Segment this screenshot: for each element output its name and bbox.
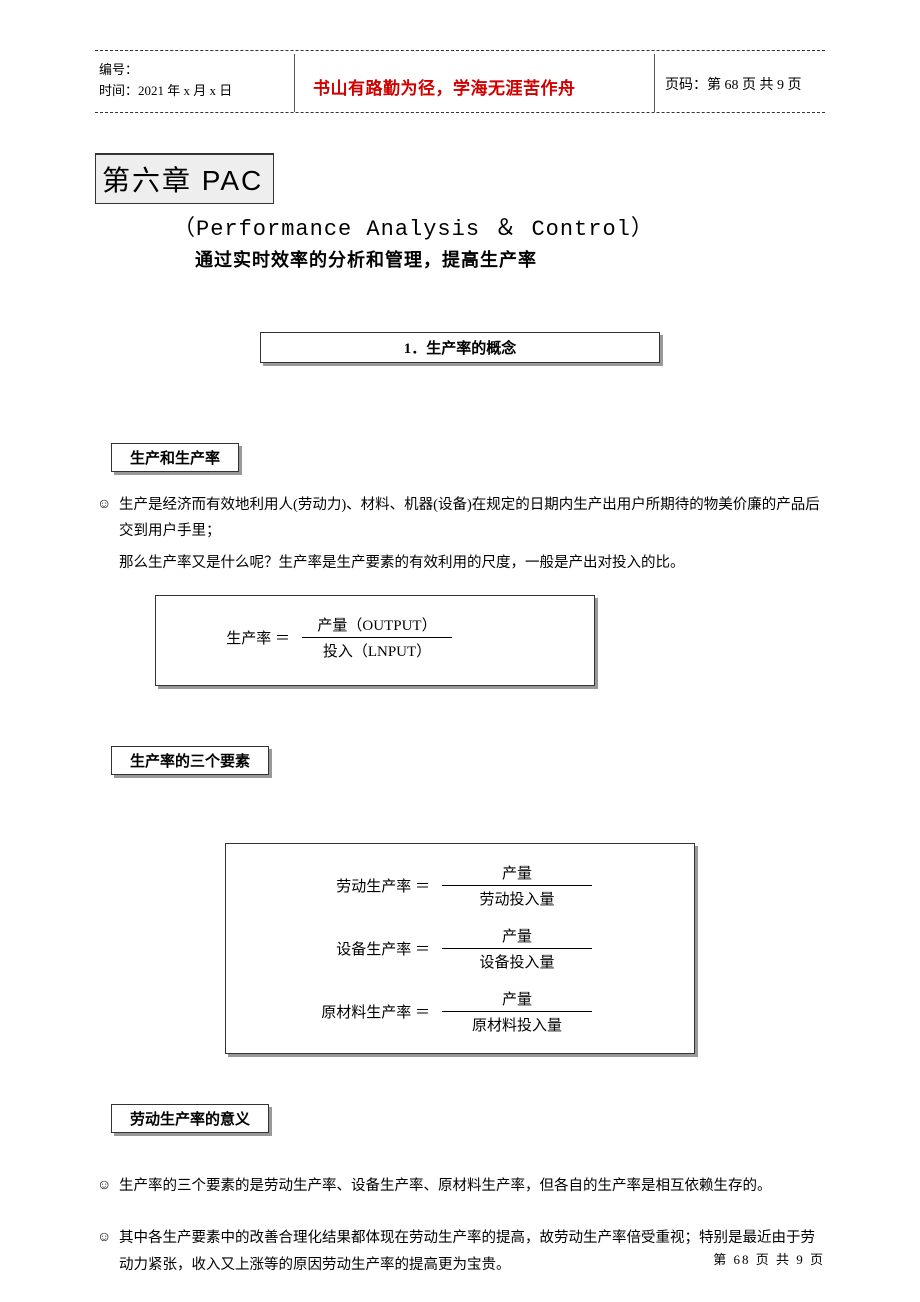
- fraction-numerator: 产量: [490, 988, 544, 1011]
- formula-lhs: 原材料生产率 ＝: [236, 1001, 436, 1022]
- fraction-denominator: 劳动投入量: [467, 886, 566, 909]
- section-title-box: 1．生产率的概念: [260, 332, 660, 363]
- topic-label-text: 生产率的三个要素: [130, 754, 250, 770]
- fraction-denominator: 投入（LNPUT）: [311, 638, 443, 661]
- bullet-production-def: ☺ 生产是经济而有效地利用人(劳动力)、材料、机器(设备)在规定的日期内生产出用…: [97, 492, 825, 544]
- smile-icon: ☺: [97, 1173, 119, 1199]
- fraction-denominator: 原材料投入量: [460, 1012, 574, 1035]
- topic-label-text: 生产和生产率: [130, 451, 220, 467]
- formula-labor-productivity: 劳动生产率 ＝ 产量 劳动投入量: [236, 862, 684, 909]
- formula-lhs: 设备生产率 ＝: [236, 938, 436, 959]
- section-title: 1．生产率的概念: [404, 341, 517, 357]
- formula-material-productivity: 原材料生产率 ＝ 产量 原材料投入量: [236, 988, 684, 1035]
- formula-fraction: 产量（OUTPUT） 投入（LNPUT）: [302, 614, 452, 661]
- chapter-subtitle-en: （Performance Analysis ＆ Control）: [173, 210, 825, 242]
- bullet-three-factors-relation: ☺ 生产率的三个要素的是劳动生产率、设备生产率、原材料生产率，但各自的生产率是相…: [97, 1173, 825, 1199]
- page-footer: 第 68 页 共 9 页: [713, 1249, 825, 1268]
- header-top-rule: [95, 50, 825, 51]
- fraction-numerator: 产量: [490, 925, 544, 948]
- header-motto: 书山有路勤为径，学海无涯苦作舟: [295, 54, 655, 112]
- smile-icon: ☺: [97, 1225, 119, 1277]
- page-header: 编号： 时间：2021 年 x 月 x 日 书山有路勤为径，学海无涯苦作舟 页码…: [95, 54, 825, 113]
- formula-productivity: 生产率 ＝ 产量（OUTPUT） 投入（LNPUT）: [166, 614, 584, 661]
- bullet-text: 生产是经济而有效地利用人(劳动力)、材料、机器(设备)在规定的日期内生产出用户所…: [119, 492, 825, 544]
- formula-fraction: 产量 设备投入量: [442, 925, 592, 972]
- formula-lhs: 生产率 ＝: [166, 627, 296, 648]
- fraction-denominator: 设备投入量: [467, 949, 566, 972]
- smile-icon: ☺: [97, 492, 119, 544]
- bullet-text: 生产率的三个要素的是劳动生产率、设备生产率、原材料生产率，但各自的生产率是相互依…: [119, 1173, 825, 1199]
- topic-label-three-factors: 生产率的三个要素: [111, 746, 269, 775]
- topic-label-labor-meaning: 劳动生产率的意义: [111, 1104, 269, 1133]
- chapter-subtitle-cn: 通过实时效率的分析和管理，提高生产率: [195, 246, 825, 272]
- topic-label-production: 生产和生产率: [111, 443, 239, 472]
- formula-fraction: 产量 原材料投入量: [442, 988, 592, 1035]
- formula-lhs: 劳动生产率 ＝: [236, 875, 436, 896]
- chapter-title: 第六章 PAC: [95, 153, 274, 204]
- productivity-question: 那么生产率又是什么呢？生产率是生产要素的有效利用的尺度，一般是产出对投入的比。: [119, 550, 825, 578]
- formula-box-three-factors: 劳动生产率 ＝ 产量 劳动投入量 设备生产率 ＝ 产量 设备投入量 原材料生产率…: [225, 843, 695, 1054]
- formula-box-productivity: 生产率 ＝ 产量（OUTPUT） 投入（LNPUT）: [155, 595, 595, 686]
- topic-label-text: 劳动生产率的意义: [130, 1112, 250, 1128]
- formula-equipment-productivity: 设备生产率 ＝ 产量 设备投入量: [236, 925, 684, 972]
- doc-date: 时间：2021 年 x 月 x 日: [99, 81, 290, 102]
- fraction-numerator: 产量: [490, 862, 544, 885]
- formula-fraction: 产量 劳动投入量: [442, 862, 592, 909]
- header-page-label: 页码：第 68 页 共 9 页: [655, 54, 825, 112]
- fraction-numerator: 产量（OUTPUT）: [305, 614, 448, 637]
- header-left-cell: 编号： 时间：2021 年 x 月 x 日: [95, 54, 295, 112]
- doc-number-label: 编号：: [99, 60, 290, 81]
